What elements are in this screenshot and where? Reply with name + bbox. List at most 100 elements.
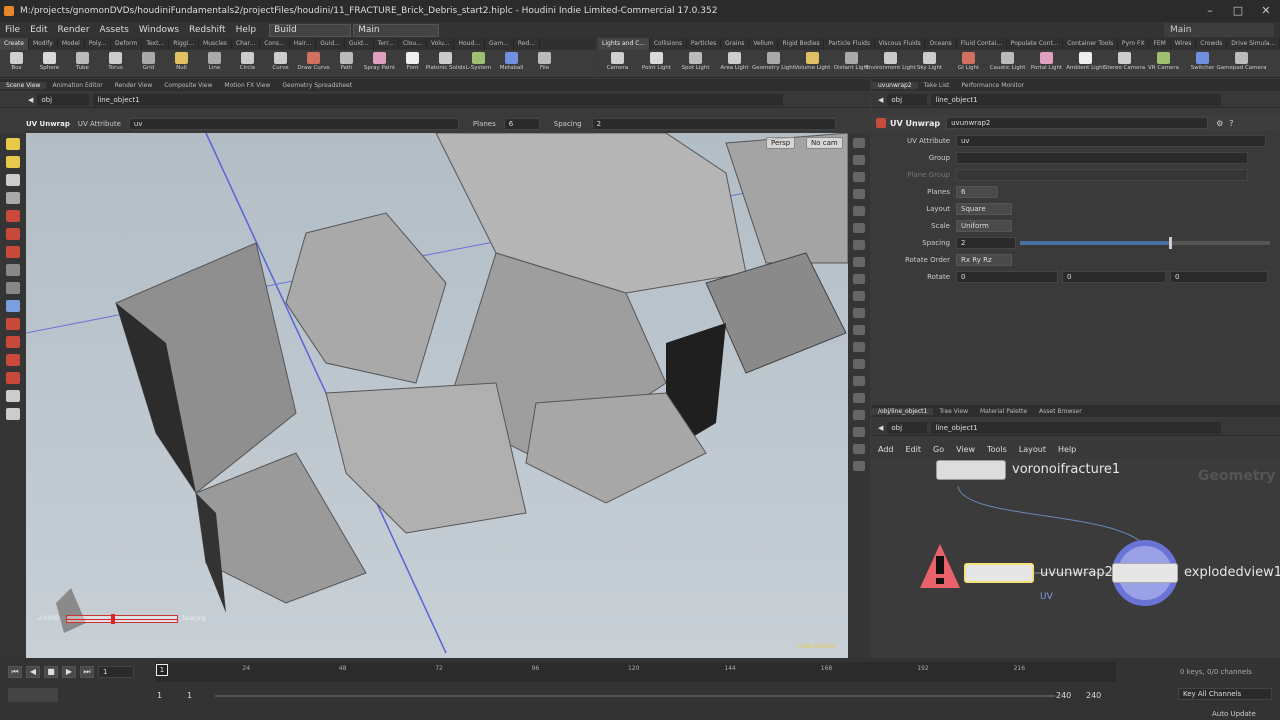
left-tool-14-icon[interactable]	[6, 390, 20, 402]
left-tool-6-icon[interactable]	[6, 246, 20, 258]
shelf-left-tool-12[interactable]: Font	[396, 50, 429, 78]
spacing-input[interactable]: 2	[956, 237, 1016, 249]
left-tool-10-icon[interactable]	[6, 318, 20, 330]
shelf-right-tab-2[interactable]: Particles	[687, 38, 722, 50]
shelf-left-tool-4[interactable]: Grid	[132, 50, 165, 78]
auto-update-label[interactable]: Auto Update	[1212, 710, 1256, 718]
right-tool-7-icon[interactable]	[853, 257, 865, 267]
maximize-icon[interactable]: □	[1224, 0, 1252, 22]
shelf-right-tool-7[interactable]: Environment Light	[865, 50, 916, 78]
playhead[interactable]: 1	[156, 664, 168, 676]
jump-start-icon[interactable]: ⏮	[8, 666, 22, 678]
key-all-channels-select[interactable]: Key All Channels	[1178, 688, 1272, 700]
shelf-left-tool-10[interactable]: Path	[330, 50, 363, 78]
shelf-right-tab-14[interactable]: Wires	[1171, 38, 1197, 50]
uvunwrap-node[interactable]	[964, 563, 1034, 583]
left-tool-9-icon[interactable]	[6, 300, 20, 312]
left-tool-13-icon[interactable]	[6, 372, 20, 384]
left-tool-5-icon[interactable]	[6, 228, 20, 240]
right-tool-9-icon[interactable]	[853, 291, 865, 301]
menu-help[interactable]: Help	[231, 25, 262, 35]
params-tab-2[interactable]: Performance Monitor	[955, 82, 1030, 89]
shelf-left-tool-2[interactable]: Tube	[66, 50, 99, 78]
range-start-2[interactable]: 1	[187, 691, 192, 700]
shelf-left-tab-12[interactable]: Guid...	[345, 38, 374, 50]
range-end[interactable]: 240	[1056, 691, 1071, 700]
shelf-left-tab-4[interactable]: Deform	[111, 38, 143, 50]
net-menu-help[interactable]: Help	[1058, 445, 1076, 454]
viewer-tab-2[interactable]: Render View	[109, 82, 159, 89]
op-attr-input[interactable]: uv	[128, 118, 459, 130]
params-tab-1[interactable]: Take List	[918, 82, 956, 89]
play-reverse-icon[interactable]: ◀	[26, 666, 40, 678]
shelf-left-tool-6[interactable]: Line	[198, 50, 231, 78]
shelf-left-tool-9[interactable]: Draw Curve	[297, 50, 330, 78]
layout-select[interactable]: Square	[956, 203, 1012, 215]
right-tool-0-icon[interactable]	[853, 138, 865, 148]
shelf-left-tool-11[interactable]: Spray Paint	[363, 50, 396, 78]
shelf-left-tab-8[interactable]: Char...	[232, 38, 261, 50]
right-tool-19-icon[interactable]	[853, 461, 865, 471]
op-spacing-input[interactable]: 2	[591, 118, 836, 130]
shelf-left-tool-5[interactable]: Null	[165, 50, 198, 78]
group-input[interactable]	[956, 152, 1248, 164]
rotate-y-input[interactable]: 0	[1062, 271, 1166, 283]
right-tool-16-icon[interactable]	[853, 410, 865, 420]
shelf-left-tab-1[interactable]: Modify	[29, 38, 58, 50]
shelf-right-tab-0[interactable]: Lights and C...	[598, 38, 650, 50]
shelf-right-tool-14[interactable]: VR Camera	[1144, 50, 1183, 78]
shelf-left-tab-9[interactable]: Cons...	[260, 38, 290, 50]
menu-file[interactable]: File	[0, 25, 25, 35]
shelf-right-tool-9[interactable]: GI Light	[949, 50, 988, 78]
shelf-right-tab-9[interactable]: Fluid Contai...	[957, 38, 1007, 50]
shelf-left-tab-13[interactable]: Terr...	[374, 38, 399, 50]
shelf-left-tab-11[interactable]: Guid...	[316, 38, 345, 50]
right-tool-12-icon[interactable]	[853, 342, 865, 352]
help-icon[interactable]: ?	[1229, 119, 1233, 128]
shelf-right-tab-11[interactable]: Container Tools	[1063, 38, 1118, 50]
minimize-icon[interactable]: –	[1196, 0, 1224, 22]
shelf-right-tab-1[interactable]: Collisions	[650, 38, 687, 50]
shelf-right-tool-2[interactable]: Spot Light	[676, 50, 715, 78]
shelf-left-tool-13[interactable]: Platonic Solids	[426, 50, 465, 78]
shelf-left-tool-0[interactable]: Box	[0, 50, 33, 78]
net-menu-edit[interactable]: Edit	[906, 445, 922, 454]
shelf-right-tool-13[interactable]: Stereo Camera	[1104, 50, 1145, 78]
shelf-left-tab-6[interactable]: Riggi...	[169, 38, 200, 50]
shelf-left-tab-3[interactable]: Poly...	[85, 38, 112, 50]
right-tool-5-icon[interactable]	[853, 223, 865, 233]
right-tool-8-icon[interactable]	[853, 274, 865, 284]
shelf-left-tool-14[interactable]: L-System	[462, 50, 495, 78]
menu-edit[interactable]: Edit	[25, 25, 52, 35]
path-obj[interactable]: obj	[37, 93, 90, 106]
net-menu-view[interactable]: View	[956, 445, 975, 454]
gear-icon[interactable]: ⚙	[1216, 119, 1223, 128]
shelf-right-tool-15[interactable]: Switcher	[1183, 50, 1222, 78]
right-tool-10-icon[interactable]	[853, 308, 865, 318]
net-menu-go[interactable]: Go	[933, 445, 944, 454]
shelf-left-tab-18[interactable]: Red...	[514, 38, 541, 50]
shelf-right-tab-3[interactable]: Grains	[721, 38, 750, 50]
shelf-right-tool-1[interactable]: Point Light	[637, 50, 676, 78]
shelf-left-tool-7[interactable]: Circle	[231, 50, 264, 78]
play-icon[interactable]: ▶	[62, 666, 76, 678]
shelf-right-tool-8[interactable]: Sky Light	[910, 50, 949, 78]
shelf-right-tab-10[interactable]: Populate Cont...	[1007, 38, 1064, 50]
shelf-right-tool-12[interactable]: Ambient Light	[1066, 50, 1105, 78]
shelf-right-tab-8[interactable]: Oceans	[925, 38, 957, 50]
close-icon[interactable]: ✕	[1252, 0, 1280, 22]
node-name-input[interactable]: uvunwrap2	[946, 117, 1209, 129]
range-end-2[interactable]: 240	[1086, 691, 1101, 700]
left-tool-4-icon[interactable]	[6, 210, 20, 222]
left-tool-11-icon[interactable]	[6, 336, 20, 348]
shelf-left-tool-3[interactable]: Torus	[99, 50, 132, 78]
range-slider[interactable]	[215, 695, 1055, 697]
right-tool-4-icon[interactable]	[853, 206, 865, 216]
rotate-order-select[interactable]: Rx Ry Rz	[956, 254, 1012, 266]
shelf-left-tab-5[interactable]: Text...	[142, 38, 170, 50]
shelf-right-tool-4[interactable]: Geometry Light	[752, 50, 795, 78]
shelf-right-tool-16[interactable]: Gamepad Camera	[1216, 50, 1267, 78]
shelf-right-tab-6[interactable]: Particle Fluids	[824, 38, 875, 50]
range-start[interactable]: 1	[157, 691, 162, 700]
shelf-right-tab-16[interactable]: Drive Simula...	[1227, 38, 1280, 50]
